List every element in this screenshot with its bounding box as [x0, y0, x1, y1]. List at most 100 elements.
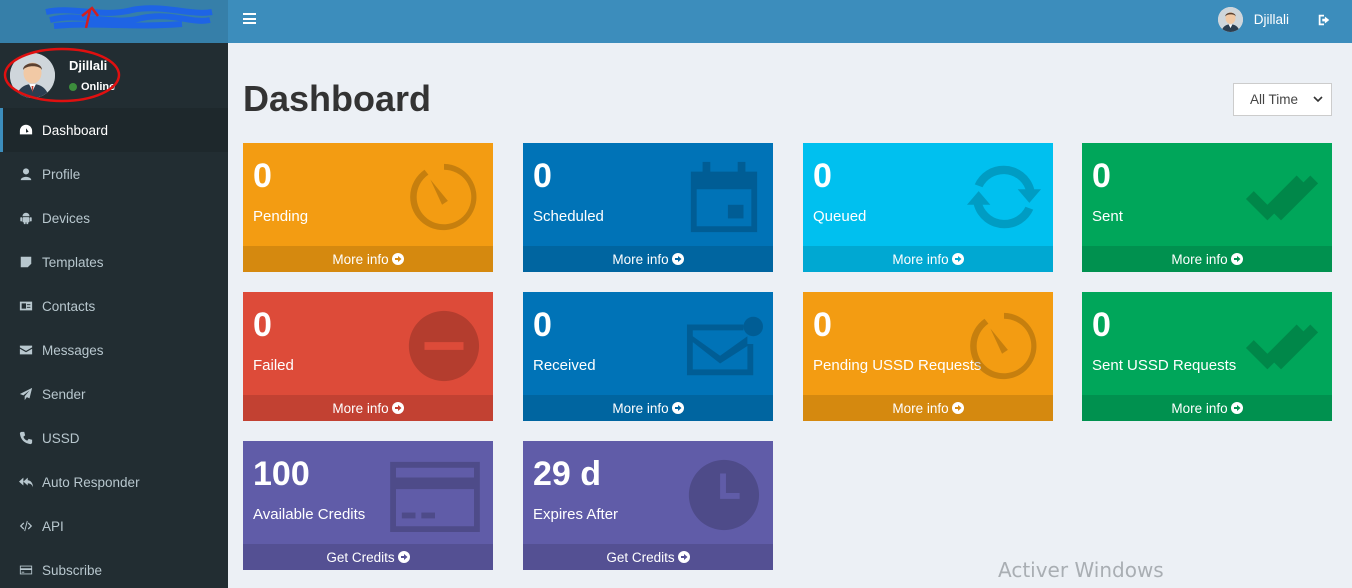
sign-out-icon[interactable]: [1317, 13, 1331, 27]
stat-value: 0: [253, 306, 272, 344]
stat-value: 0: [1092, 306, 1111, 344]
sidebar-item-templates[interactable]: Templates: [0, 240, 228, 284]
more-info-link[interactable]: More info: [1082, 246, 1332, 272]
redacted-logo-scribble: [45, 5, 213, 29]
refresh-icon: [965, 158, 1043, 236]
sidebar-item-label: API: [42, 518, 64, 534]
time-filter-select[interactable]: All Time: [1233, 83, 1332, 116]
activate-windows-watermark: Activer Windows: [998, 558, 1164, 582]
dashboard-icon: [19, 123, 33, 137]
stat-value: 0: [533, 306, 552, 344]
phone-icon: [19, 431, 33, 445]
envelope-icon: [19, 343, 33, 357]
android-icon: [19, 211, 33, 225]
sidebar-item-label: Sender: [42, 386, 86, 402]
paper-plane-icon: [19, 387, 33, 401]
stat-box-expires-after: 29 d Expires After Get Credits: [523, 441, 773, 570]
arrow-circle-right-icon: [1230, 402, 1243, 414]
sidebar-item-api[interactable]: API: [0, 504, 228, 548]
get-credits-link[interactable]: Get Credits: [523, 544, 773, 570]
sticky-note-icon: [19, 255, 33, 269]
stat-label: Expires After: [533, 506, 619, 523]
stat-box-scheduled: 0 Scheduled More info: [523, 143, 773, 272]
sidebar-item-profile[interactable]: Profile: [0, 152, 228, 196]
hamburger-menu-icon[interactable]: [243, 13, 256, 24]
sidebar-item-label: Templates: [42, 254, 104, 270]
stat-value: 0: [253, 157, 272, 195]
stat-label: Failed: [253, 357, 294, 374]
sidebar-item-label: Subscribe: [42, 562, 103, 578]
stat-box-pending: 0 Pending More info: [243, 143, 493, 272]
stat-box-queued: 0 Queued More info: [803, 143, 1053, 272]
stat-label: Scheduled: [533, 208, 604, 225]
stat-label: Queued: [813, 208, 867, 225]
calendar-icon: [685, 158, 763, 236]
arrow-circle-right-icon: [397, 551, 410, 563]
stat-value: 0: [533, 157, 552, 195]
arrow-circle-right-icon: [391, 402, 404, 414]
logo-area[interactable]: [0, 0, 228, 43]
sidebar-item-label: Messages: [42, 342, 104, 358]
stat-box-failed: 0 Failed More info: [243, 292, 493, 421]
more-info-link[interactable]: More info: [243, 395, 493, 421]
envelope-icon: [685, 307, 763, 385]
sidebar-item-auto-responder[interactable]: Auto Responder: [0, 460, 228, 504]
sidebar-item-subscribe[interactable]: Subscribe: [0, 548, 228, 588]
annotation-circle: [3, 47, 121, 103]
double-check-icon: [1244, 307, 1322, 385]
more-info-link[interactable]: More info: [1082, 395, 1332, 421]
arrow-circle-right-icon: [951, 402, 964, 414]
arrow-circle-right-icon: [671, 253, 684, 265]
stat-value: 0: [1092, 157, 1111, 195]
stat-label: Sent: [1092, 208, 1123, 225]
chevron-down-icon: [1313, 96, 1323, 103]
sidebar-item-ussd[interactable]: USSD: [0, 416, 228, 460]
time-filter-value: All Time: [1250, 92, 1299, 107]
stat-value: 100: [253, 455, 310, 493]
timer-icon: [965, 307, 1043, 385]
sidebar-item-contacts[interactable]: Contacts: [0, 284, 228, 328]
more-info-link[interactable]: More info: [803, 395, 1053, 421]
sidebar-item-label: Contacts: [42, 298, 96, 314]
more-info-link[interactable]: More info: [803, 246, 1053, 272]
sidebar-item-label: Dashboard: [42, 122, 109, 138]
arrow-circle-right-icon: [671, 402, 684, 414]
more-info-link[interactable]: More info: [523, 395, 773, 421]
stat-box-sent-ussd: 0 Sent USSD Requests More info: [1082, 292, 1332, 421]
sidebar-item-label: Devices: [42, 210, 91, 226]
sidebar-item-label: USSD: [42, 430, 80, 446]
arrow-circle-right-icon: [391, 253, 404, 265]
header-user-menu[interactable]: Djillali: [1217, 7, 1289, 32]
code-icon: [19, 519, 33, 533]
sidebar-menu: Dashboard Profile Devices Templates Cont…: [0, 108, 228, 588]
stat-label: Pending: [253, 208, 309, 225]
sidebar-item-dashboard[interactable]: Dashboard: [0, 108, 228, 152]
header-user-name: Djillali: [1253, 12, 1289, 27]
stat-value: 0: [813, 306, 832, 344]
sidebar-item-messages[interactable]: Messages: [0, 328, 228, 372]
reply-all-icon: [19, 475, 33, 489]
sidebar: Djillali Online Dashboard Profile Device…: [0, 0, 228, 588]
stat-value: 0: [813, 157, 832, 195]
credit-card-icon: [19, 563, 33, 577]
arrow-circle-right-icon: [677, 551, 690, 563]
minus-circle-icon: [405, 307, 483, 385]
more-info-link[interactable]: More info: [243, 246, 493, 272]
stat-box-received: 0 Received More info: [523, 292, 773, 421]
stat-box-available-credits: 100 Available Credits Get Credits: [243, 441, 493, 570]
timer-icon: [405, 158, 483, 236]
sidebar-item-sender[interactable]: Sender: [0, 372, 228, 416]
address-card-icon: [19, 299, 33, 313]
more-info-link[interactable]: More info: [523, 246, 773, 272]
double-check-icon: [1244, 158, 1322, 236]
top-navbar: Djillali: [228, 0, 1352, 43]
sidebar-item-label: Auto Responder: [42, 474, 140, 490]
sidebar-item-devices[interactable]: Devices: [0, 196, 228, 240]
user-panel: Djillali Online: [0, 43, 228, 108]
page-title: Dashboard: [243, 78, 432, 119]
stat-label: Received: [533, 357, 596, 374]
credit-card-icon: [387, 456, 483, 534]
stat-label: Available Credits: [253, 506, 366, 523]
user-icon: [19, 167, 33, 181]
get-credits-link[interactable]: Get Credits: [243, 544, 493, 570]
